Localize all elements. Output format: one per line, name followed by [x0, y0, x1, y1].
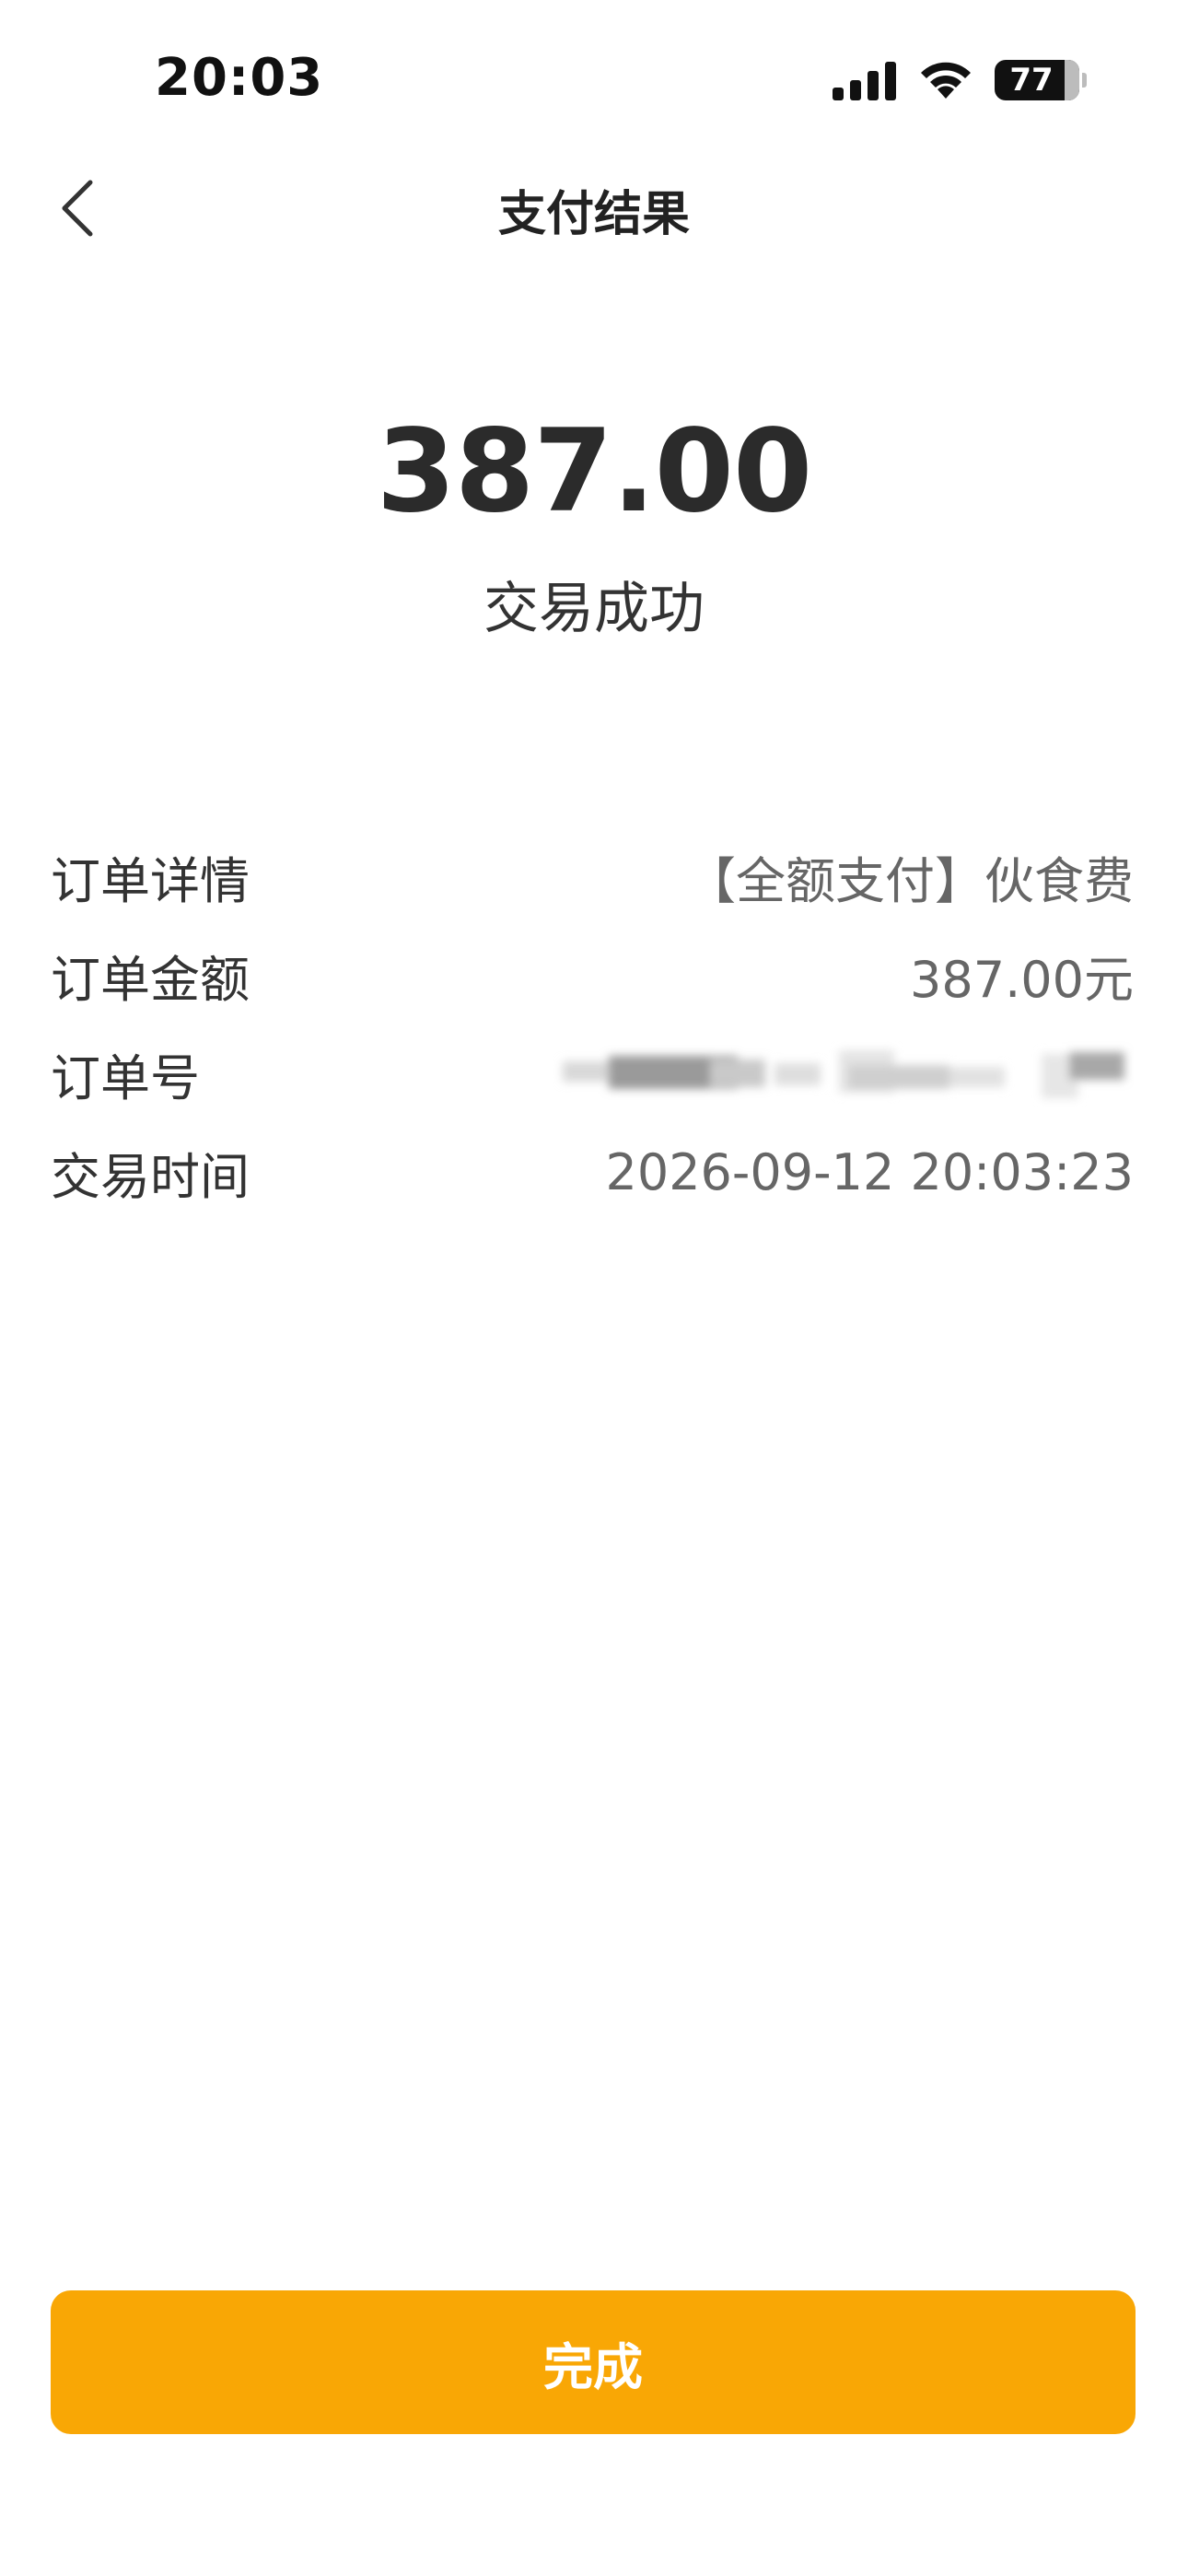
order-details: 订单详情 【全额支付】伙食费 订单金额 387.00元 订单号 交易时间 202…: [51, 827, 1134, 1222]
nav-bar: 支付结果: [0, 157, 1188, 258]
page-title: 支付结果: [497, 187, 690, 242]
wifi-icon: [921, 62, 971, 99]
status-bar: 20:03 77: [0, 0, 1188, 157]
payment-amount: 387.00: [376, 405, 813, 538]
battery-empty-portion: [1065, 60, 1079, 100]
order-amount-value: 387.00元: [910, 951, 1134, 1009]
detail-row-order-detail: 订单详情 【全额支付】伙食费: [51, 827, 1134, 926]
signal-icon: [833, 62, 896, 100]
detail-row-order-number: 订单号: [51, 1025, 1134, 1123]
battery-cap: [1082, 73, 1087, 88]
order-detail-value: 【全额支付】伙食费: [686, 852, 1134, 910]
order-number-label: 订单号: [51, 1049, 200, 1107]
done-button[interactable]: 完成: [51, 2290, 1136, 2434]
status-time: 20:03: [155, 48, 324, 108]
trade-time-label: 交易时间: [51, 1148, 250, 1206]
battery-level: 77: [1009, 62, 1054, 99]
status-icons: 77: [833, 57, 1087, 103]
payment-status: 交易成功: [483, 577, 705, 641]
detail-row-order-amount: 订单金额 387.00元: [51, 926, 1134, 1025]
trade-time-value: 2026-09-12 20:03:23: [605, 1143, 1134, 1201]
battery-icon: 77: [995, 60, 1087, 100]
order-amount-label: 订单金额: [51, 951, 250, 1009]
order-number-redacted: [563, 1050, 1124, 1098]
detail-row-trade-time: 交易时间 2026-09-12 20:03:23: [51, 1123, 1134, 1222]
order-detail-label: 订单详情: [51, 852, 250, 910]
